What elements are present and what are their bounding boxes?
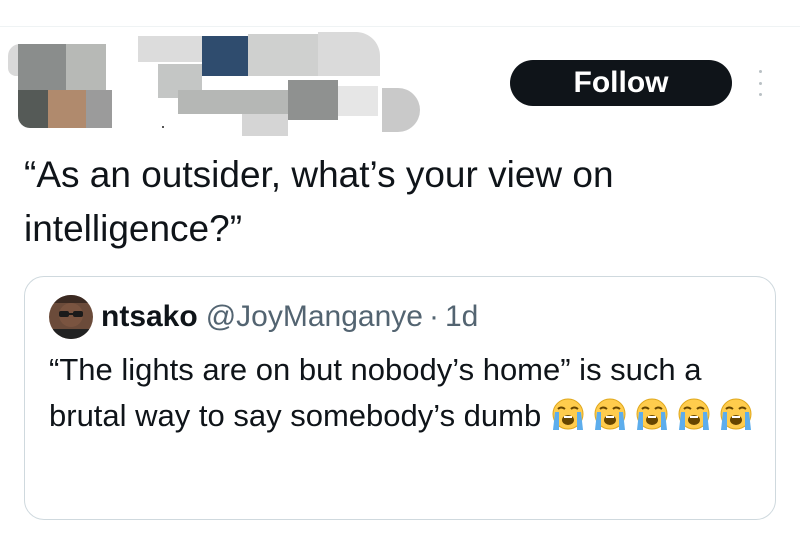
loudly-crying-face-icon (675, 396, 713, 432)
loudly-crying-face-icon (633, 396, 671, 432)
top-divider (0, 26, 800, 27)
follow-button-label: Follow (573, 66, 669, 99)
quoted-author-name[interactable]: ntsako (101, 300, 198, 334)
more-options-icon[interactable] (755, 70, 765, 96)
quoted-author-handle[interactable]: @JoyManganye (206, 300, 423, 334)
avatar[interactable] (49, 295, 93, 339)
quoted-tweet-time[interactable]: 1d (445, 300, 478, 334)
loudly-crying-face-icon (591, 396, 629, 432)
emoji-row (549, 396, 755, 432)
loudly-crying-face-icon (717, 396, 755, 432)
loudly-crying-face-icon (549, 396, 587, 432)
censored-author-header (8, 30, 428, 138)
separator-dot: · (428, 300, 439, 333)
follow-button[interactable]: Follow (510, 60, 732, 106)
tweet-text: “As an outsider, what’s your view on int… (24, 154, 614, 249)
quoted-tweet-header: ntsako @JoyManganye · 1d (49, 293, 478, 341)
quoted-tweet-card[interactable]: ntsako @JoyManganye · 1d “The lights are… (24, 276, 776, 520)
quoted-tweet-body: “The lights are on but nobody’s home” is… (49, 347, 759, 439)
